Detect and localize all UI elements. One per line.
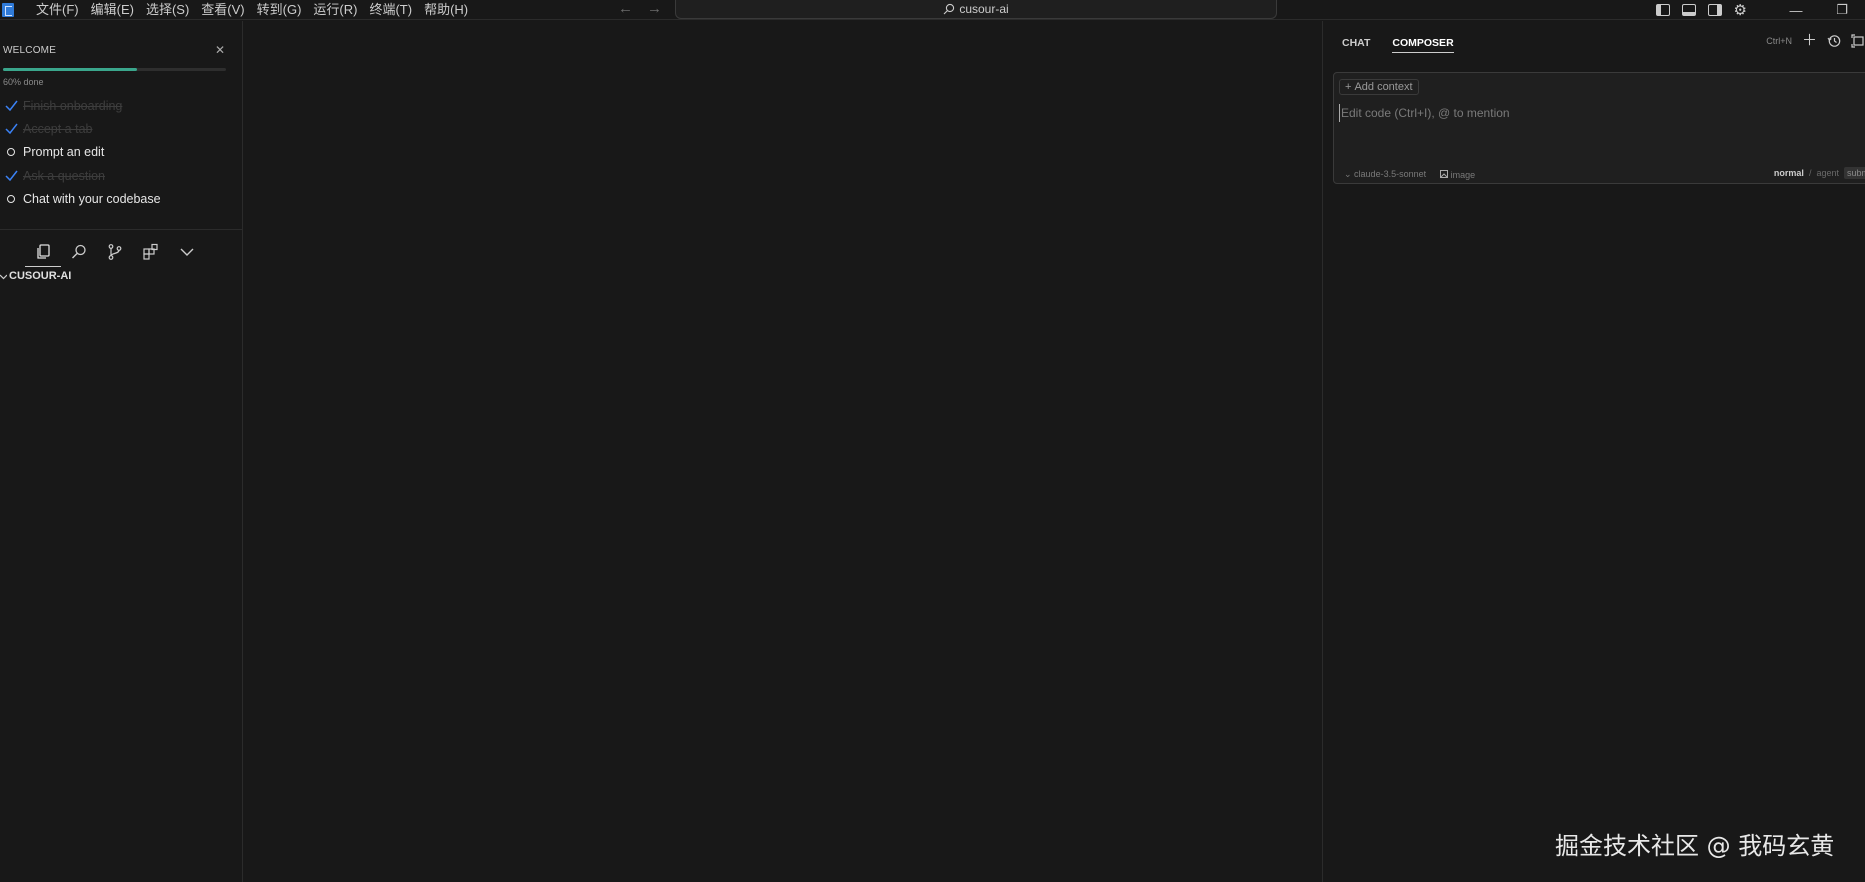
model-selector[interactable]: ⌄ claude-3.5-sonnet [1344,169,1426,180]
plus-icon: + [1345,81,1352,93]
explorer-folder-header[interactable]: CUSOUR-AI [0,270,71,282]
menu-edit[interactable]: 编辑(E) [85,1,140,19]
tab-chat[interactable]: CHAT [1342,37,1370,53]
checklist-label: Accept a tab [23,121,93,136]
submit-button[interactable]: subm [1843,167,1865,179]
tab-composer[interactable]: COMPOSER [1392,37,1454,53]
toggle-primary-sidebar-icon[interactable] [1655,4,1670,16]
checklist-label: Ask a question [23,168,105,183]
chevron-down-icon [0,274,7,279]
composer-input[interactable] [1339,104,1859,122]
extensions-icon[interactable] [133,237,169,267]
image-icon [1440,169,1449,178]
menu-help[interactable]: 帮助(H) [418,1,474,19]
title-bar: 文件(F) 编辑(E) 选择(S) 查看(V) 转到(G) 运行(R) 终端(T… [0,0,1865,20]
search-icon [943,3,955,15]
welcome-title: WELCOME [3,45,57,56]
close-icon[interactable]: ✕ [215,43,225,57]
primary-sidebar: WELCOME ✕ 60% done Finish onboarding Acc… [0,21,243,882]
checklist-item[interactable]: Chat with your codebase [4,187,234,210]
watermark: 掘金技术社区 @ 我码玄黄 [1555,832,1835,860]
image-label: image [1450,169,1476,180]
onboarding-progress-bar [3,68,226,71]
checklist-item[interactable]: Finish onboarding [4,94,234,117]
menu-selection[interactable]: 选择(S) [140,1,195,19]
chevron-down-icon[interactable] [169,237,205,267]
forward-arrow-icon[interactable]: → [647,0,662,18]
panel-actions: Ctrl+N ＋ [1766,33,1865,48]
onboarding-progress-fill [3,68,137,71]
editor-area[interactable] [243,21,1322,882]
checklist-item[interactable]: Prompt an edit [4,141,234,164]
back-arrow-icon[interactable]: ← [618,0,633,18]
search-icon[interactable] [61,237,97,267]
menu-run[interactable]: 运行(R) [307,1,363,19]
checklist-label: Chat with your codebase [23,191,161,206]
minimize-icon[interactable]: — [1773,3,1819,18]
menu-go[interactable]: 转到(G) [251,1,308,19]
app-logo-icon [2,2,14,17]
menu-bar: 文件(F) 编辑(E) 选择(S) 查看(V) 转到(G) 运行(R) 终端(T… [30,1,474,19]
menu-terminal[interactable]: 终端(T) [363,1,418,19]
circle-icon [4,145,18,159]
panel-tabs: CHAT COMPOSER [1342,37,1454,53]
checkmark-icon [4,122,18,136]
workspace-title: cusour-ai [959,2,1009,16]
title-bar-controls: ⚙ — ❐ [1655,0,1865,20]
progress-text: 60% done [3,77,44,87]
checkmark-icon [4,99,18,113]
new-composer-shortcut: Ctrl+N [1766,35,1792,46]
mode-switcher: normal / agent subm [1774,167,1865,179]
checklist-label: Prompt an edit [23,145,105,160]
toggle-secondary-sidebar-icon[interactable] [1707,4,1722,16]
explorer-folder-name: CUSOUR-AI [9,270,72,282]
plus-icon[interactable]: ＋ [1802,33,1817,48]
navigation-arrows: ← → [618,0,662,18]
restore-icon[interactable]: ❐ [1819,2,1865,18]
ai-panel: CHAT COMPOSER Ctrl+N ＋ + Add context ⌄ c… [1322,21,1865,882]
menu-file[interactable]: 文件(F) [30,1,85,19]
composer-box: + Add context ⌄ claude-3.5-sonnet image … [1333,72,1865,184]
explorer-icon[interactable] [25,237,61,267]
composer-footer: ⌄ claude-3.5-sonnet image [1344,169,1475,180]
checklist-label: Finish onboarding [23,98,123,113]
activity-bar [25,237,205,267]
add-context-label: Add context [1354,81,1413,93]
gear-icon[interactable]: ⚙ [1734,1,1747,19]
mode-normal[interactable]: normal [1774,168,1804,178]
mode-agent[interactable]: agent [1816,168,1839,178]
mode-separator: / [1808,168,1812,178]
toggle-panel-icon[interactable] [1681,4,1696,16]
circle-icon [4,192,18,206]
source-control-icon[interactable] [97,237,133,267]
command-center-search[interactable]: cusour-ai [675,0,1277,19]
checklist-item[interactable]: Ask a question [4,164,234,187]
sidebar-divider [0,229,242,230]
checklist-item[interactable]: Accept a tab [4,117,234,140]
model-label: claude-3.5-sonnet [1354,169,1427,179]
add-context-button[interactable]: + Add context [1339,79,1419,95]
image-button[interactable]: image [1440,169,1476,180]
menu-view[interactable]: 查看(V) [195,1,250,19]
onboarding-checklist: Finish onboarding Accept a tab Prompt an… [4,94,234,210]
maximize-panel-icon[interactable] [1851,33,1865,48]
checkmark-icon [4,169,18,183]
history-icon[interactable] [1827,34,1841,48]
